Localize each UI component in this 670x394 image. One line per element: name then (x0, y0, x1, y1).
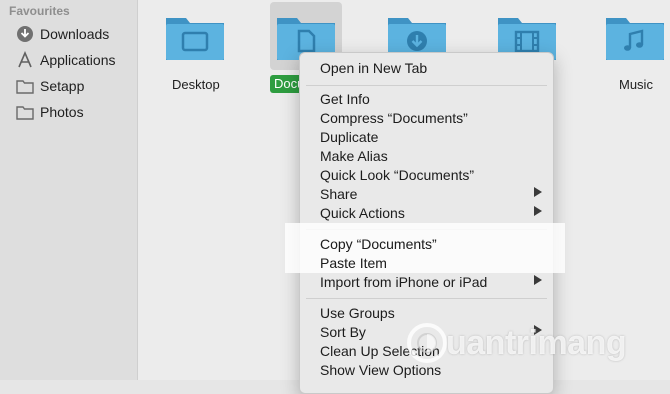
sidebar-item-label: Applications (40, 52, 116, 68)
menu-item-share[interactable]: Share (320, 186, 357, 202)
sidebar-item-label: Setapp (40, 78, 85, 94)
sidebar-item-photos[interactable]: Photos (16, 102, 84, 122)
download-circle-icon (16, 25, 34, 43)
menu-item-sort-by[interactable]: Sort By (320, 324, 366, 340)
sidebar-item-label: Photos (40, 104, 84, 120)
menu-item-make-alias[interactable]: Make Alias (320, 148, 388, 164)
menu-item-show-view-options[interactable]: Show View Options (320, 362, 441, 378)
menu-item-import-iphone[interactable]: Import from iPhone or iPad (320, 274, 487, 290)
sidebar-item-label: Downloads (40, 26, 110, 42)
menu-item-quick-look[interactable]: Quick Look “Documents” (320, 167, 474, 183)
folder-label: Desktop (172, 77, 220, 92)
folder-desktop[interactable] (164, 12, 226, 62)
desktop-icon (166, 18, 224, 60)
folder-label: Music (619, 77, 653, 92)
applications-icon (16, 51, 34, 69)
submenu-arrow-icon (534, 206, 542, 216)
menu-item-use-groups[interactable]: Use Groups (320, 305, 395, 321)
music-note-icon (606, 18, 664, 60)
sidebar-item-setapp[interactable]: Setapp (16, 76, 84, 96)
folder-music[interactable] (604, 12, 666, 62)
menu-item-compress[interactable]: Compress “Documents” (320, 110, 468, 126)
menu-item-get-info[interactable]: Get Info (320, 91, 370, 107)
sidebar-item-applications[interactable]: Applications (16, 50, 116, 70)
menu-item-clean-up[interactable]: Clean Up Selection (320, 343, 440, 359)
menu-item-copy-highlighted[interactable]: Copy “Documents” (320, 236, 437, 252)
menu-separator (306, 298, 547, 299)
sidebar-item-downloads[interactable]: Downloads (16, 24, 109, 44)
folder-icon (16, 77, 34, 95)
menu-separator (306, 85, 547, 86)
menu-item-paste-highlighted[interactable]: Paste Item (320, 255, 387, 271)
menu-item-quick-actions[interactable]: Quick Actions (320, 205, 405, 221)
submenu-arrow-icon (534, 187, 542, 197)
menu-item-duplicate[interactable]: Duplicate (320, 129, 378, 145)
sidebar-header: Favourites (9, 4, 70, 18)
menu-item-open-new-tab[interactable]: Open in New Tab (320, 60, 427, 76)
submenu-arrow-icon (534, 325, 542, 335)
sidebar: Favourites Downloads Applications Setapp… (0, 0, 138, 380)
submenu-arrow-icon (534, 275, 542, 285)
folder-icon (16, 103, 34, 121)
